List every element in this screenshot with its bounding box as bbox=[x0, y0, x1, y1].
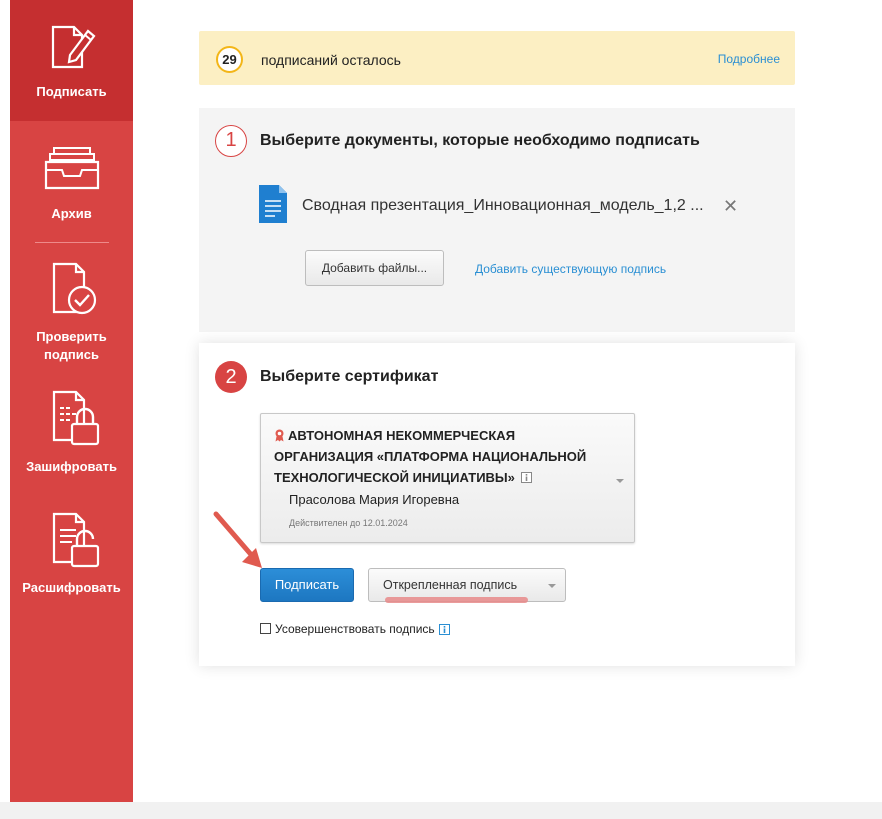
info-icon[interactable] bbox=[520, 472, 532, 483]
certificate-organization-text: АВТОНОМНАЯ НЕКОММЕРЧЕСКАЯ ОРГАНИЗАЦИЯ «П… bbox=[274, 428, 587, 485]
verify-document-icon bbox=[52, 262, 96, 315]
sidebar-item-label: Архив bbox=[51, 206, 92, 221]
sign-document-icon bbox=[51, 25, 96, 69]
document-file-icon bbox=[259, 185, 287, 223]
chevron-down-icon bbox=[616, 479, 624, 483]
chevron-down-icon bbox=[548, 584, 556, 588]
decrypt-unlock-icon bbox=[52, 512, 99, 568]
add-existing-signature-link[interactable]: Добавить существующую подпись bbox=[475, 262, 666, 276]
certificate-organization: АВТОНОМНАЯ НЕКОММЕРЧЕСКАЯ ОРГАНИЗАЦИЯ «П… bbox=[274, 425, 614, 488]
app-window: Подписать Архив Проверить подпись Зашифр… bbox=[0, 0, 882, 802]
sidebar-item-archive[interactable]: Архив bbox=[10, 140, 133, 230]
certificate-validity: Действителен до 12.01.2024 bbox=[289, 518, 408, 528]
sidebar-item-label: Расшифровать bbox=[22, 580, 121, 595]
certificate-owner: Прасолова Мария Игоревна bbox=[289, 492, 460, 507]
remove-file-icon[interactable]: ✕ bbox=[723, 197, 738, 215]
sidebar-item-label: Зашифровать bbox=[26, 459, 117, 474]
certificate-seal-icon bbox=[275, 429, 284, 442]
step-title: Выберите документы, которые необходимо п… bbox=[260, 132, 700, 149]
enhance-signature-row: Усовершенствовать подпись bbox=[260, 622, 450, 636]
file-name: Сводная презентация_Инновационная_модель… bbox=[302, 197, 704, 214]
annotation-arrow-icon bbox=[213, 511, 262, 568]
enhance-signature-label: Усовершенствовать подпись bbox=[275, 622, 435, 636]
step-number-1: 1 bbox=[215, 125, 247, 157]
remaining-text: подписаний осталось bbox=[261, 52, 401, 68]
sidebar-item-sign[interactable]: Подписать bbox=[10, 0, 133, 121]
step-select-documents: 1 Выберите документы, которые необходимо… bbox=[199, 108, 795, 332]
enhance-signature-checkbox[interactable] bbox=[260, 623, 271, 634]
step-select-certificate: 2 Выберите сертификат АВТОНОМНАЯ НЕКОММЕ… bbox=[199, 343, 795, 666]
info-icon[interactable] bbox=[438, 624, 450, 635]
step-number-2: 2 bbox=[215, 361, 247, 393]
remaining-count-badge: 29 bbox=[216, 46, 243, 73]
sidebar-item-verify[interactable]: Проверить подпись bbox=[10, 256, 133, 368]
archive-tray-icon bbox=[44, 147, 99, 190]
sidebar-divider bbox=[35, 242, 109, 243]
sidebar-item-label: Подписать bbox=[36, 84, 107, 99]
encrypt-lock-icon bbox=[52, 390, 99, 446]
signatures-remaining-banner: 29 подписаний осталось Подробнее bbox=[199, 31, 795, 85]
add-files-button[interactable]: Добавить файлы... bbox=[305, 250, 444, 286]
file-item: Сводная презентация_Инновационная_модель… bbox=[259, 185, 739, 223]
sidebar-item-label: Проверить подпись bbox=[36, 329, 107, 362]
sidebar: Подписать Архив Проверить подпись Зашифр… bbox=[10, 0, 133, 802]
signature-type-value: Открепленная подпись bbox=[383, 578, 518, 592]
step-title: Выберите сертификат bbox=[260, 368, 439, 385]
sign-button[interactable]: Подписать bbox=[260, 568, 354, 602]
sidebar-item-encrypt[interactable]: Зашифровать bbox=[10, 386, 133, 481]
more-info-link[interactable]: Подробнее bbox=[718, 52, 780, 66]
annotation-underline bbox=[385, 597, 528, 603]
sidebar-item-decrypt[interactable]: Расшифровать bbox=[10, 508, 133, 603]
certificate-select[interactable]: АВТОНОМНАЯ НЕКОММЕРЧЕСКАЯ ОРГАНИЗАЦИЯ «П… bbox=[260, 413, 635, 543]
